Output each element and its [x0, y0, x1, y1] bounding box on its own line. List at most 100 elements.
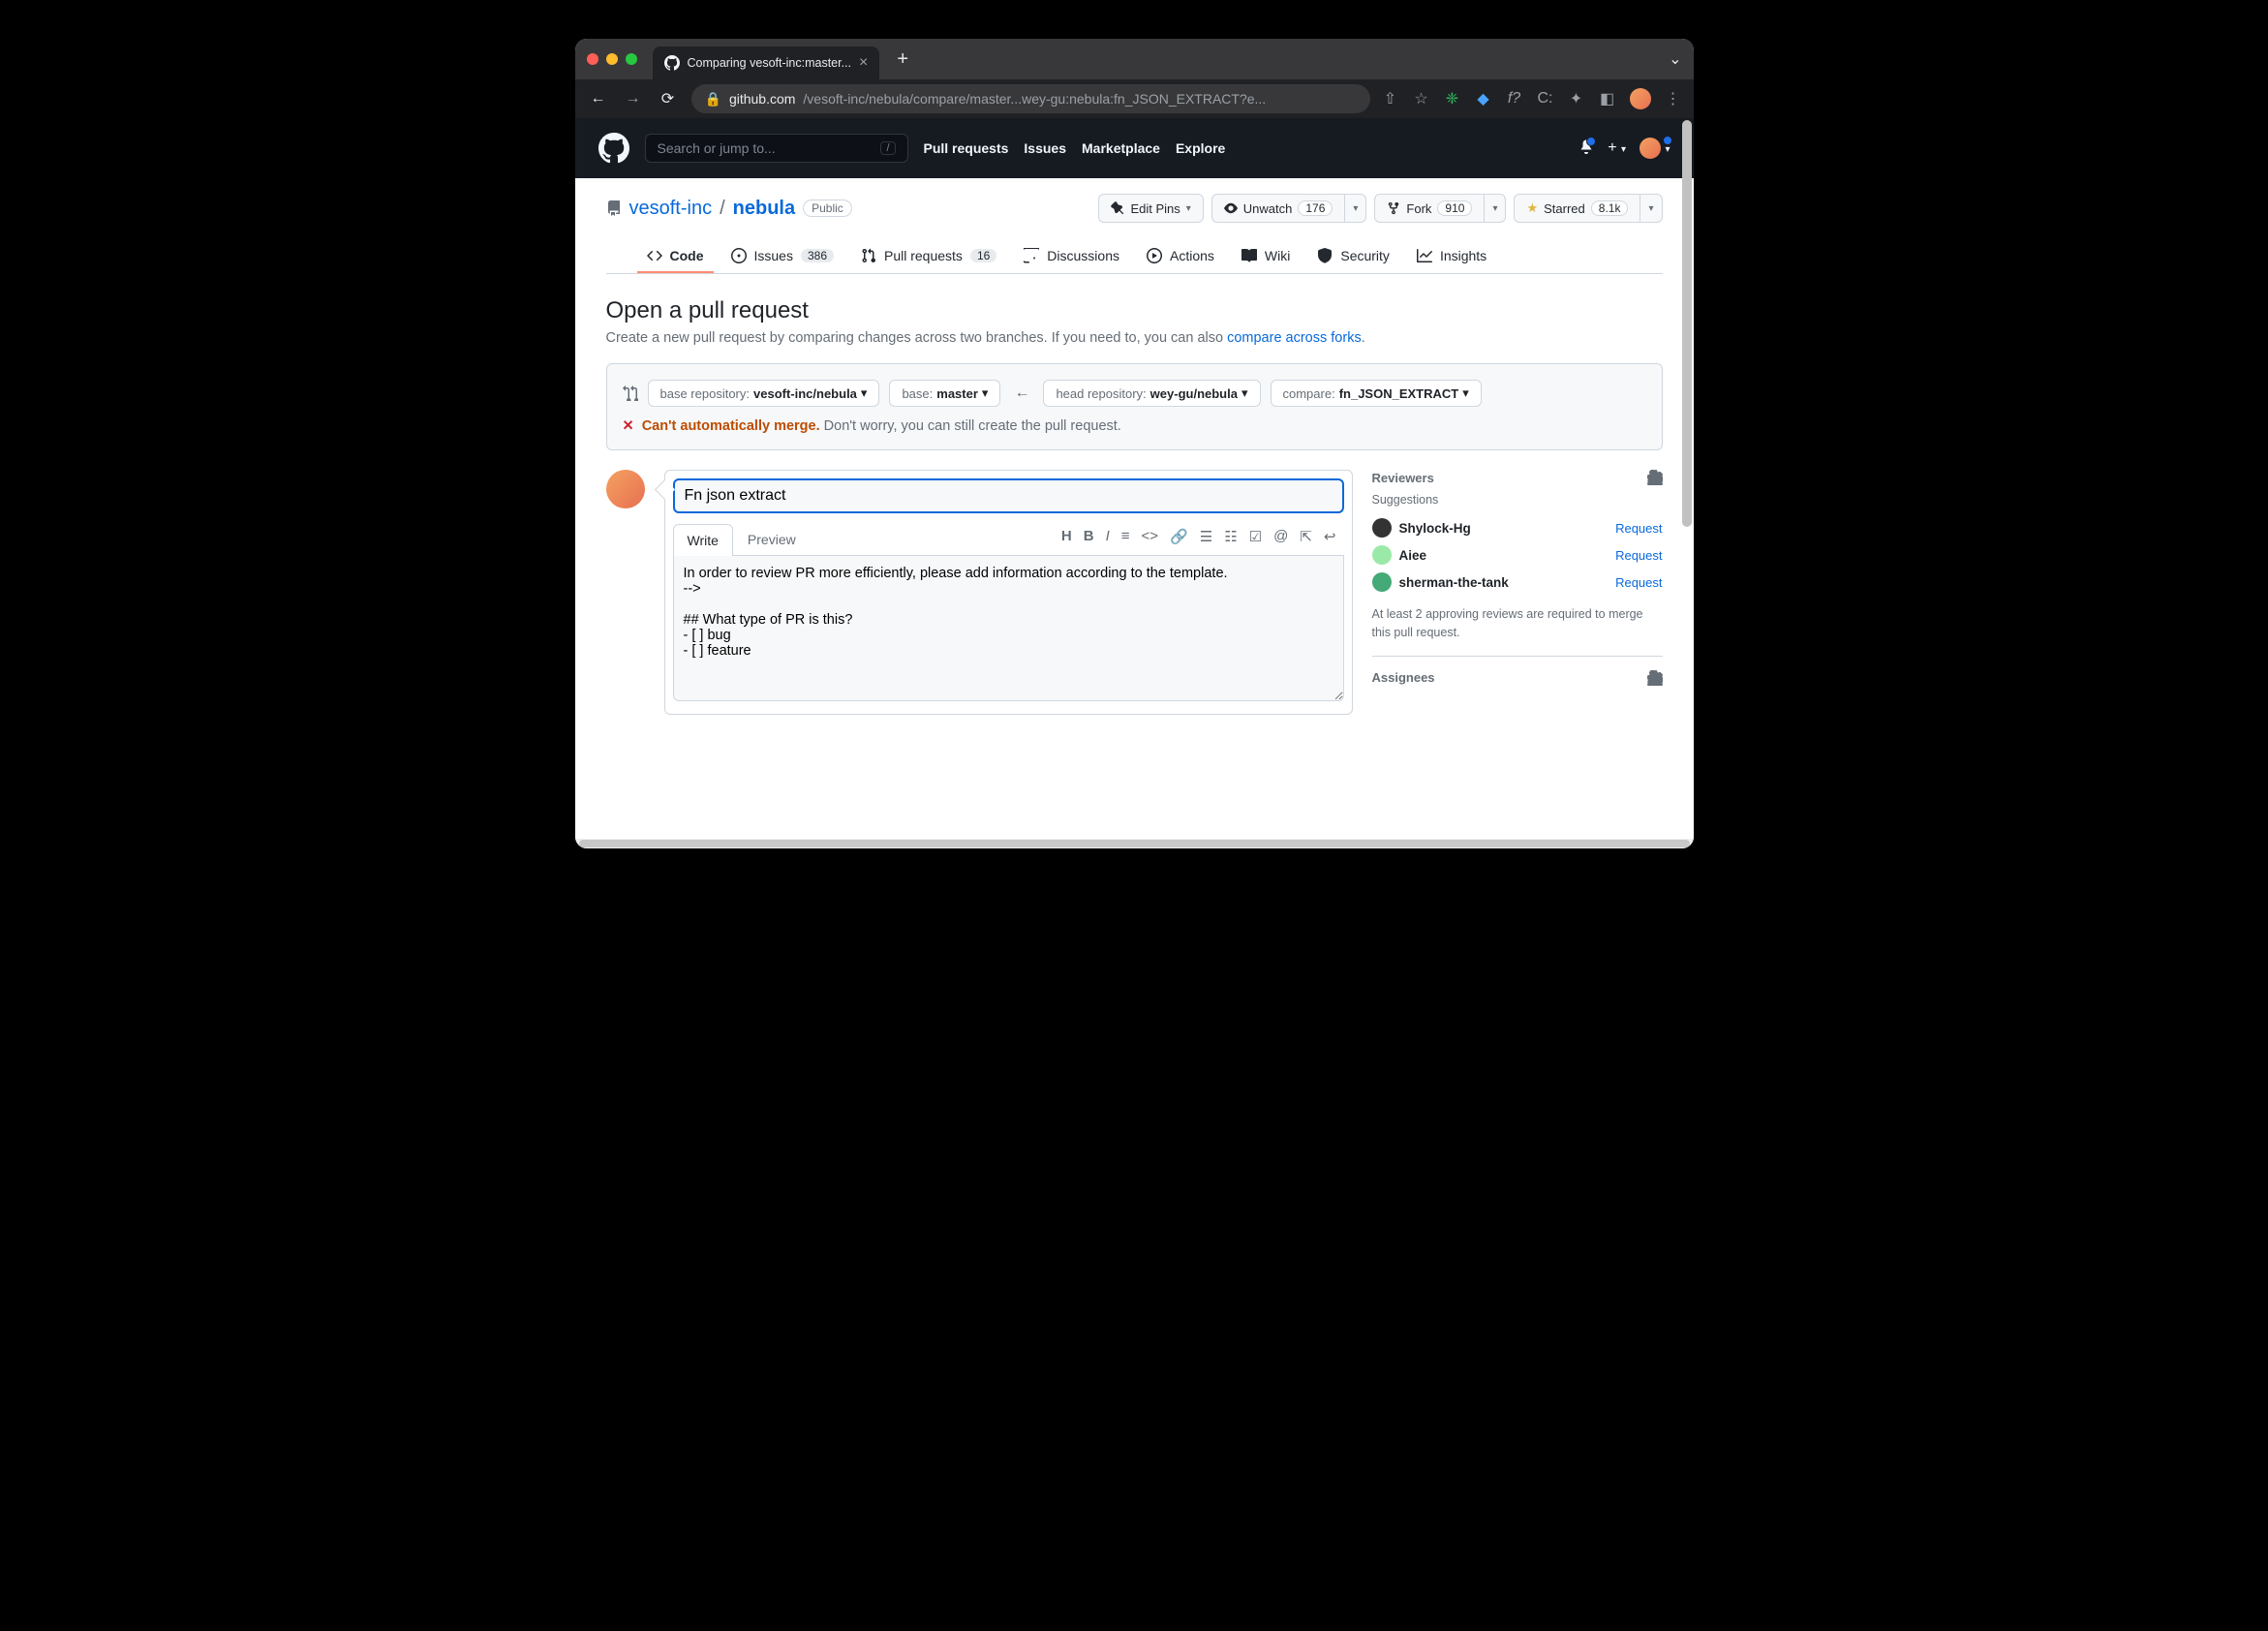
page-subtitle: Create a new pull request by comparing c… [606, 330, 1663, 346]
repo-name-link[interactable]: nebula [733, 198, 795, 220]
nav-explore[interactable]: Explore [1176, 140, 1225, 156]
issue-icon [731, 248, 747, 263]
tab-code[interactable]: Code [637, 240, 714, 273]
bookmark-icon[interactable]: ☆ [1413, 90, 1430, 108]
reviewer-row: sherman-the-tank Request [1372, 569, 1663, 596]
italic-icon[interactable]: I [1106, 528, 1110, 545]
reply-icon[interactable]: ↩ [1324, 528, 1336, 545]
ol-icon[interactable]: ☷ [1224, 528, 1237, 545]
reviewer-name[interactable]: Aiee [1399, 548, 1609, 563]
request-reviewer-link[interactable]: Request [1615, 548, 1662, 563]
quote-icon[interactable]: ≡ [1121, 528, 1130, 545]
browser-tab[interactable]: Comparing vesoft-inc:master... × [653, 46, 880, 79]
scrollbar[interactable] [1682, 120, 1692, 527]
request-reviewer-link[interactable]: Request [1615, 521, 1662, 536]
cast-icon[interactable]: C: [1537, 90, 1554, 108]
base-repo-select[interactable]: base repository: vesoft-inc/nebula ▾ [648, 380, 880, 407]
user-avatar[interactable]: ▾ [1640, 138, 1670, 159]
reviewer-name[interactable]: sherman-the-tank [1399, 575, 1609, 590]
url-path: /vesoft-inc/nebula/compare/master...wey-… [803, 91, 1266, 107]
url-bar[interactable]: 🔒 github.com/vesoft-inc/nebula/compare/m… [691, 84, 1370, 113]
tab-insights[interactable]: Insights [1407, 240, 1496, 273]
bold-icon[interactable]: B [1084, 528, 1094, 545]
repo-owner-link[interactable]: vesoft-inc [629, 198, 713, 220]
close-icon[interactable]: × [859, 54, 868, 72]
extensions-icon[interactable]: ✦ [1568, 90, 1585, 108]
gear-icon[interactable] [1647, 670, 1663, 686]
github-logo-icon[interactable] [598, 133, 629, 164]
tab-wiki[interactable]: Wiki [1232, 240, 1300, 273]
starred-button[interactable]: ★ Starred 8.1k [1514, 194, 1640, 223]
share-icon[interactable]: ⇧ [1382, 90, 1399, 108]
github-icon [664, 55, 680, 71]
fork-dropdown[interactable]: ▾ [1485, 194, 1506, 223]
compare-forks-link[interactable]: compare across forks [1227, 330, 1362, 346]
back-button[interactable]: ← [587, 90, 610, 108]
head-repo-select[interactable]: head repository: wey-gu/nebula ▾ [1043, 380, 1260, 407]
title-input[interactable] [673, 478, 1344, 513]
author-avatar[interactable] [606, 470, 645, 508]
menu-icon[interactable]: ⋮ [1665, 90, 1682, 108]
reference-icon[interactable]: ⇱ [1300, 528, 1312, 545]
reviewer-avatar[interactable] [1372, 572, 1392, 592]
heading-icon[interactable]: H [1061, 528, 1072, 545]
code-icon [647, 248, 662, 263]
page-content: Search or jump to... / Pull requests Iss… [575, 118, 1694, 839]
preview-tab[interactable]: Preview [733, 523, 811, 555]
tab-pulls[interactable]: Pull requests16 [851, 240, 1006, 273]
write-tab[interactable]: Write [673, 524, 733, 556]
nav-issues[interactable]: Issues [1024, 140, 1066, 156]
gem-icon[interactable]: ◆ [1475, 90, 1492, 108]
slash-separator: / [720, 198, 725, 220]
task-icon[interactable]: ☑ [1249, 528, 1262, 545]
caret-down-icon: ▾ [1186, 203, 1191, 214]
nav-pulls[interactable]: Pull requests [924, 140, 1009, 156]
tab-security[interactable]: Security [1307, 240, 1399, 273]
arrow-left-icon: ← [1010, 385, 1033, 402]
url-domain: github.com [729, 91, 795, 107]
window-minimize-button[interactable] [606, 53, 618, 65]
merge-status: ✕ Can't automatically merge. Don't worry… [623, 418, 1646, 434]
link-icon[interactable]: 🔗 [1170, 528, 1188, 545]
gear-icon[interactable] [1647, 470, 1663, 485]
evernote-icon[interactable]: ❈ [1444, 90, 1461, 108]
reviewer-avatar[interactable] [1372, 518, 1392, 538]
book-icon [1241, 248, 1257, 263]
fn-icon[interactable]: f? [1506, 90, 1523, 108]
mention-icon[interactable]: @ [1273, 528, 1288, 545]
unwatch-button[interactable]: Unwatch 176 [1211, 194, 1346, 223]
forward-button[interactable]: → [622, 90, 645, 108]
search-input[interactable]: Search or jump to... / [645, 134, 908, 163]
browser-tab-bar: Comparing vesoft-inc:master... × + ⌄ [575, 39, 1694, 79]
window-close-button[interactable] [587, 53, 598, 65]
reviewer-name[interactable]: Shylock-Hg [1399, 521, 1609, 536]
tab-issues[interactable]: Issues386 [721, 240, 844, 273]
discussion-icon [1024, 248, 1039, 263]
body-textarea[interactable] [673, 556, 1344, 701]
play-icon [1147, 248, 1162, 263]
nav-marketplace[interactable]: Marketplace [1082, 140, 1160, 156]
notifications-icon[interactable] [1578, 138, 1594, 159]
review-requirement-note: At least 2 approving reviews are require… [1372, 605, 1663, 642]
eye-icon [1224, 201, 1238, 215]
add-dropdown[interactable]: + ▾ [1608, 139, 1626, 157]
edit-pins-button[interactable]: Edit Pins ▾ [1098, 194, 1203, 223]
star-dropdown[interactable]: ▾ [1640, 194, 1662, 223]
reload-button[interactable]: ⟳ [657, 89, 680, 108]
tab-actions[interactable]: Actions [1137, 240, 1224, 273]
profile-avatar[interactable] [1630, 88, 1651, 109]
compare-branch-select[interactable]: compare: fn_JSON_EXTRACT ▾ [1271, 380, 1482, 407]
window-maximize-button[interactable] [626, 53, 637, 65]
request-reviewer-link[interactable]: Request [1615, 575, 1662, 590]
tab-discussions[interactable]: Discussions [1014, 240, 1129, 273]
horizontal-scrollbar[interactable] [575, 839, 1694, 848]
watch-dropdown[interactable]: ▾ [1345, 194, 1366, 223]
ul-icon[interactable]: ☰ [1200, 528, 1212, 545]
code-icon[interactable]: <> [1142, 528, 1159, 545]
fork-button[interactable]: Fork 910 [1374, 194, 1485, 223]
base-branch-select[interactable]: base: master ▾ [889, 380, 1000, 407]
panel-icon[interactable]: ◧ [1599, 90, 1616, 108]
tabs-dropdown-icon[interactable]: ⌄ [1669, 49, 1681, 69]
reviewer-avatar[interactable] [1372, 545, 1392, 565]
new-tab-button[interactable]: + [887, 48, 918, 71]
